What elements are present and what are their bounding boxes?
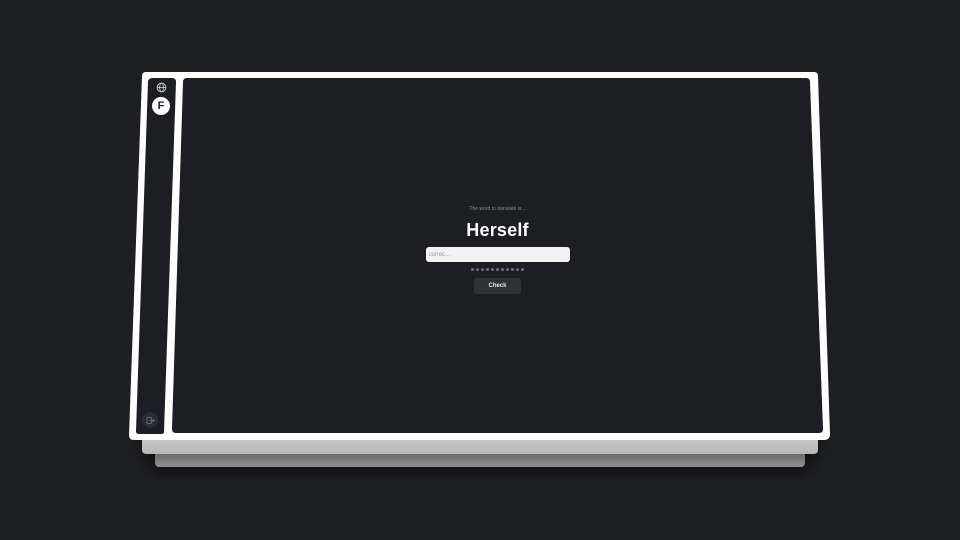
- globe-icon[interactable]: [156, 82, 167, 93]
- progress-dot: [521, 268, 524, 271]
- progress-dot: [481, 268, 484, 271]
- progress-dot: [516, 268, 519, 271]
- word-to-translate: Herself: [466, 220, 529, 240]
- prompt-text: The word to translate is...: [469, 206, 526, 212]
- progress-dot: [471, 268, 474, 271]
- avatar[interactable]: F: [152, 97, 170, 115]
- progress-dot: [491, 268, 494, 271]
- progress-dot: [496, 268, 499, 271]
- check-button[interactable]: Check: [474, 278, 521, 294]
- progress-dot: [476, 268, 479, 271]
- logout-icon: [145, 416, 155, 424]
- logout-button[interactable]: [142, 412, 158, 428]
- stage: F The word to translate is... Herself Ch…: [0, 0, 960, 540]
- progress-dot: [486, 268, 489, 271]
- quiz-panel: The word to translate is... Herself Chec…: [420, 200, 575, 294]
- progress-dot: [506, 268, 509, 271]
- progress-dots: [420, 268, 575, 271]
- progress-dot: [511, 268, 514, 271]
- answer-input[interactable]: [425, 247, 570, 262]
- progress-dot: [501, 268, 504, 271]
